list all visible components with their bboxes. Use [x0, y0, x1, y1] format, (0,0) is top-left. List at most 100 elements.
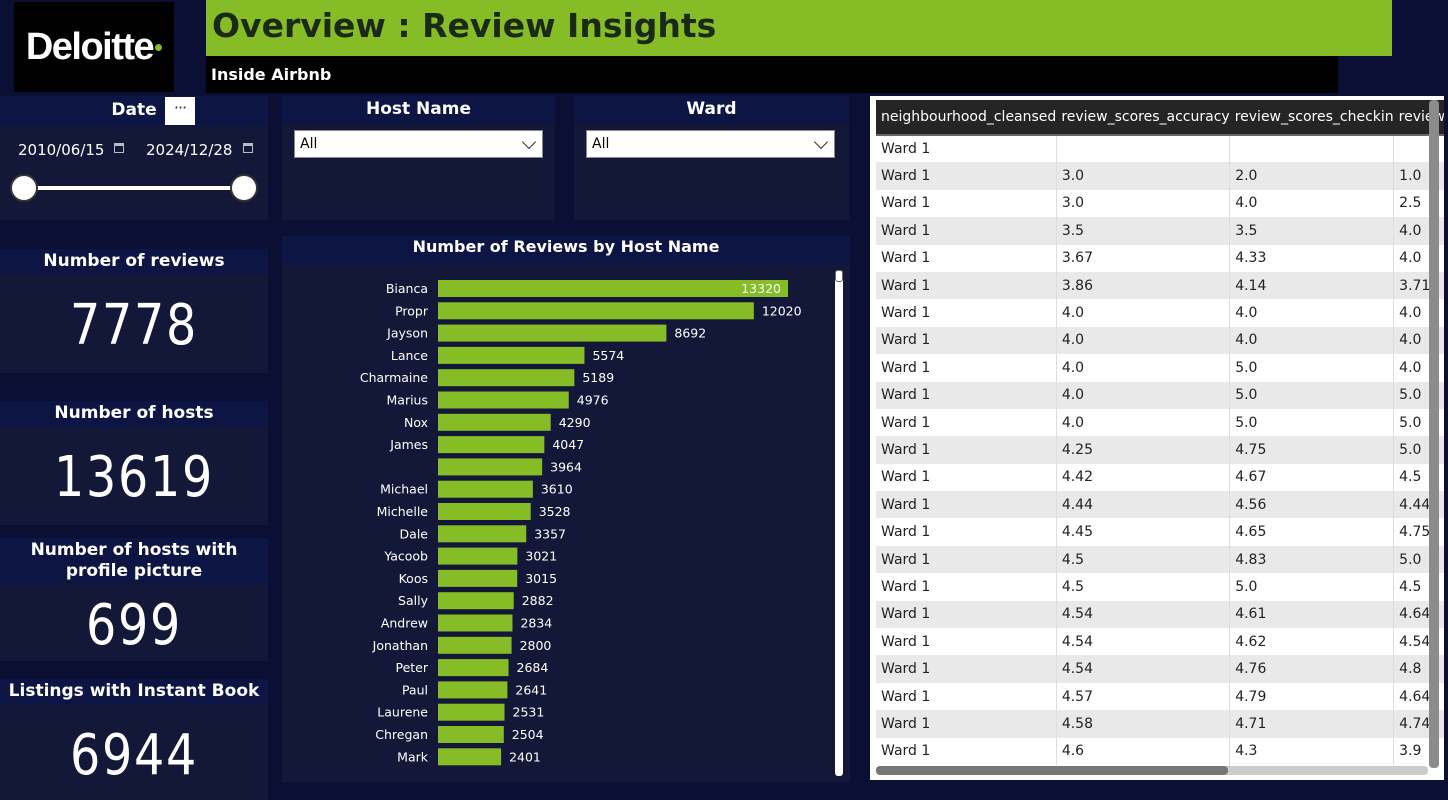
host-name-dropdown[interactable]: All — [294, 130, 543, 158]
data-label: 3015 — [525, 571, 557, 586]
column-header[interactable]: review_scores_checkin — [1229, 100, 1394, 136]
slider-end-handle[interactable] — [230, 174, 258, 202]
column-header[interactable]: review_scores_accuracy — [1056, 100, 1230, 136]
bar[interactable] — [438, 726, 504, 743]
bar[interactable] — [438, 547, 518, 565]
table-row[interactable]: Ward 1 4.5 4.83 5.0 — [876, 545, 1444, 574]
table-cell: 4.0 — [1056, 326, 1231, 355]
data-label: 13320 — [741, 281, 781, 296]
table-cell: Ward 1 — [876, 381, 1057, 409]
date-range-slider[interactable] — [24, 186, 246, 190]
host-name-slicer: Host Name All — [282, 96, 555, 220]
table-row[interactable]: Ward 1 4.44 4.56 4.44 — [876, 491, 1444, 519]
chart-scrollbar-thumb[interactable] — [835, 270, 843, 282]
table-row[interactable]: Ward 1 4.0 5.0 4.0 — [876, 354, 1444, 382]
bar[interactable] — [438, 413, 551, 431]
date-end-input[interactable]: 2024/12/28 — [146, 141, 232, 159]
bar[interactable] — [438, 525, 527, 543]
table-row[interactable]: Ward 1 4.0 4.0 4.0 — [876, 326, 1444, 355]
kpi-label: Number of hosts with profile picture — [0, 538, 268, 584]
table-row[interactable]: Ward 1 4.58 4.71 4.74 — [876, 710, 1444, 738]
table-row[interactable]: Ward 1 4.5 5.0 4.5 — [876, 573, 1444, 601]
bar[interactable] — [438, 369, 575, 387]
category-label: Lance — [391, 348, 428, 363]
bar[interactable] — [438, 614, 513, 632]
bar[interactable] — [438, 703, 505, 721]
table-cell: Ward 1 — [876, 491, 1057, 519]
kpi-value: 6944 — [70, 723, 198, 788]
category-label: Michelle — [377, 504, 429, 519]
table-cell: Ward 1 — [876, 271, 1057, 300]
table-cell: 4.0 — [1229, 189, 1395, 218]
more-options-button[interactable]: ··· — [165, 97, 195, 125]
table-row[interactable]: Ward 1 4.54 4.76 4.8 — [876, 655, 1444, 683]
table-cell: 4.61 — [1229, 600, 1395, 629]
table-row[interactable]: Ward 1 4.6 4.3 3.9 — [876, 737, 1444, 765]
table-row[interactable]: Ward 1 4.57 4.79 4.64 — [876, 682, 1444, 711]
table-cell: 4.58 — [1056, 710, 1231, 738]
column-header[interactable]: neighbourhood_cleansed — [876, 100, 1057, 136]
bar[interactable] — [438, 569, 518, 587]
date-start-input[interactable]: 2010/06/15 — [18, 141, 104, 159]
bar[interactable] — [438, 391, 569, 409]
kpi-label: Listings with Instant Book — [0, 679, 268, 705]
bar[interactable] — [438, 592, 514, 610]
table-row[interactable]: Ward 1 4.0 5.0 5.0 — [876, 381, 1444, 409]
calendar-icon[interactable] — [243, 143, 253, 153]
bar[interactable] — [438, 302, 754, 320]
table-cell: 4.76 — [1229, 655, 1395, 683]
table-cell: 4.14 — [1229, 271, 1395, 300]
data-label: 2834 — [520, 616, 552, 631]
table-row[interactable]: Ward 1 4.54 4.62 4.54 — [876, 628, 1444, 656]
table-cell: 4.0 — [1056, 354, 1231, 382]
table-horizontal-scrollbar-thumb[interactable] — [876, 766, 1228, 775]
bar[interactable] — [438, 748, 502, 766]
kpi-value: 7778 — [70, 293, 198, 358]
category-label: Jayson — [386, 326, 428, 341]
chart-scrollbar[interactable] — [835, 270, 843, 776]
table-row[interactable]: Ward 1 — [876, 135, 1444, 163]
category-label: Dale — [400, 526, 429, 541]
table-row[interactable]: Ward 1 4.25 4.75 5.0 — [876, 436, 1444, 464]
data-label: 12020 — [762, 303, 802, 318]
bar[interactable] — [438, 324, 667, 342]
table-row[interactable]: Ward 1 4.42 4.67 4.5 — [876, 463, 1444, 492]
table-row[interactable]: Ward 1 4.54 4.61 4.64 — [876, 600, 1444, 629]
calendar-icon[interactable] — [114, 143, 124, 153]
deloitte-logo: Deloitte — [14, 2, 174, 92]
bar[interactable] — [438, 636, 512, 654]
table-row[interactable]: Ward 1 3.5 3.5 4.0 — [876, 217, 1444, 245]
table-cell: 4.71 — [1229, 710, 1395, 738]
bar-chart-svg: Bianca 13320 Propr 12020 Jayson 8692 Lance 5574… — [360, 280, 802, 766]
table-cell: Ward 1 — [876, 135, 1057, 163]
bar[interactable] — [438, 480, 533, 498]
bar[interactable] — [438, 280, 788, 297]
category-label: Michael — [380, 482, 428, 497]
table-row[interactable]: Ward 1 3.0 2.0 1.0 — [876, 162, 1444, 190]
table-row[interactable]: Ward 1 3.67 4.33 4.0 — [876, 244, 1444, 272]
bar[interactable] — [438, 503, 531, 520]
bar[interactable] — [438, 681, 508, 699]
table-cell: 2.0 — [1229, 162, 1395, 190]
ward-dropdown[interactable]: All — [586, 130, 835, 158]
bar[interactable] — [438, 346, 585, 364]
table-row[interactable]: Ward 1 3.86 4.14 3.71 — [876, 271, 1444, 300]
table-cell: Ward 1 — [876, 710, 1057, 738]
category-label: Andrew — [381, 616, 428, 631]
table-row[interactable]: Ward 1 3.0 4.0 2.5 — [876, 189, 1444, 218]
table-cell: 4.67 — [1229, 463, 1395, 492]
data-label: 3021 — [525, 549, 557, 564]
table-row[interactable]: Ward 1 4.0 5.0 5.0 — [876, 408, 1444, 437]
category-label: Paul — [402, 682, 428, 697]
subtitle-bar: Inside Airbnb — [206, 56, 1338, 93]
data-label: 2531 — [513, 705, 545, 720]
table-vertical-scrollbar[interactable] — [1429, 100, 1439, 768]
bar[interactable] — [438, 458, 543, 476]
slider-start-handle[interactable] — [10, 174, 38, 202]
category-label: Charmaine — [360, 370, 428, 385]
table-cell: 4.3 — [1229, 737, 1395, 765]
bar[interactable] — [438, 436, 545, 454]
table-row[interactable]: Ward 1 4.45 4.65 4.75 — [876, 518, 1444, 546]
bar[interactable] — [438, 659, 509, 677]
table-row[interactable]: Ward 1 4.0 4.0 4.0 — [876, 299, 1444, 327]
